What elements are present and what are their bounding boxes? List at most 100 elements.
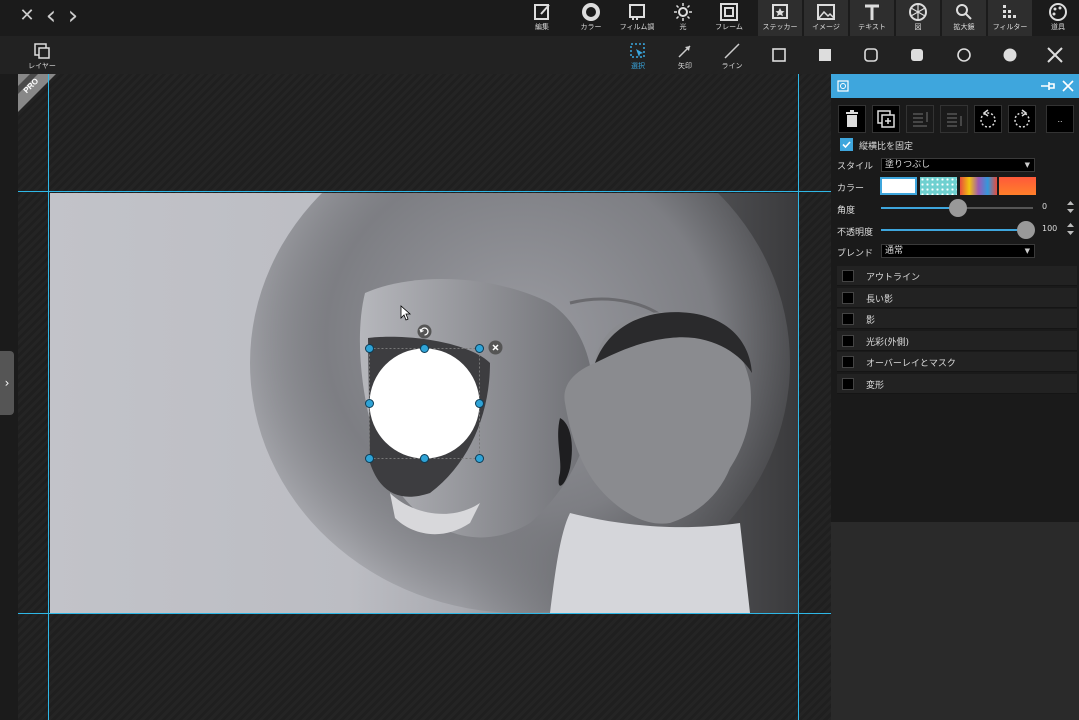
option-long-shadow-checkbox[interactable] [842, 292, 854, 304]
panel-close-icon[interactable] [1062, 80, 1074, 92]
arrow-tool[interactable]: 矢印 [665, 38, 705, 74]
option-outer-glow[interactable]: 光彩(外側) [837, 331, 1077, 351]
option-transform-label: 変形 [866, 381, 885, 391]
color-swatch-orange[interactable] [999, 177, 1036, 195]
option-shadow[interactable]: 影 [837, 309, 1077, 329]
rectangle-outline-icon[interactable] [770, 46, 788, 64]
option-shadow-checkbox[interactable] [842, 313, 854, 325]
rounded-rect-filled-icon[interactable] [908, 46, 926, 64]
more-button[interactable]: .. [1046, 105, 1074, 133]
tool-frame[interactable]: フレーム [707, 0, 751, 36]
tool-shape[interactable]: 図 [896, 0, 940, 36]
rotate-left-button[interactable] [974, 105, 1002, 133]
text-icon [865, 4, 879, 20]
rotate-right-icon [1014, 109, 1030, 128]
delete-button[interactable] [838, 105, 866, 133]
resize-handle-l[interactable] [365, 399, 374, 408]
line-tool[interactable]: ライン [712, 38, 752, 74]
circle-filled-icon[interactable] [1001, 46, 1019, 64]
circle-outline-icon[interactable] [955, 46, 973, 64]
tool-text[interactable]: テキスト [850, 0, 894, 36]
tool-image-label: イメージ [812, 23, 840, 31]
color-swatch-pattern[interactable] [920, 177, 957, 195]
option-overlay-mask[interactable]: オーバーレイとマスク [837, 352, 1077, 372]
send-backward-icon [947, 113, 962, 127]
select-tool[interactable]: 選択 [618, 38, 658, 74]
tools-icon [1049, 3, 1067, 21]
forward-icon[interactable]: › [62, 3, 84, 29]
layers-label: レイヤー [28, 62, 56, 70]
color-label: カラー [837, 184, 865, 194]
option-overlay-mask-checkbox[interactable] [842, 356, 854, 368]
style-dropdown[interactable]: 塗りつぶし ▼ [881, 158, 1035, 172]
option-outer-glow-checkbox[interactable] [842, 335, 854, 347]
delete-shape-icon[interactable] [488, 340, 503, 355]
line-label: ライン [721, 62, 743, 70]
opacity-slider-fill [881, 229, 1026, 231]
tool-image[interactable]: イメージ [804, 0, 848, 36]
opacity-slider-knob[interactable] [1017, 221, 1035, 239]
tool-magnifier-label: 拡大鏡 [953, 23, 975, 31]
rectangle-filled-icon[interactable] [816, 46, 834, 64]
tool-text-label: テキスト [858, 23, 886, 31]
expand-sidebar-button[interactable]: › [0, 351, 14, 415]
color-swatch-gradient[interactable] [960, 177, 997, 195]
color-swatch-white[interactable] [880, 177, 917, 195]
image-icon [817, 4, 835, 20]
filter-icon [1003, 5, 1016, 18]
tool-light[interactable]: 光 [661, 0, 705, 36]
shape-icon [909, 3, 927, 21]
duplicate-button[interactable] [872, 105, 900, 133]
close-tool-icon[interactable] [1045, 45, 1065, 65]
resize-handle-b[interactable] [420, 454, 429, 463]
option-transform-checkbox[interactable] [842, 378, 854, 390]
panel-empty-area [831, 522, 1079, 720]
option-transform[interactable]: 変形 [837, 374, 1077, 394]
resize-handle-tr[interactable] [475, 344, 484, 353]
tool-filter-label: フィルター [992, 23, 1028, 31]
edit-icon [534, 4, 550, 20]
rotate-right-button[interactable] [1008, 105, 1036, 133]
rounded-rect-outline-icon[interactable] [862, 46, 880, 64]
tool-film[interactable]: フィルム調 [615, 0, 659, 36]
close-icon[interactable]: ✕ [16, 4, 38, 28]
keep-ratio-checkbox[interactable] [840, 138, 853, 151]
angle-stepper-icon[interactable] [1066, 200, 1075, 214]
light-icon [674, 3, 692, 21]
rotate-handle-icon[interactable] [417, 324, 432, 339]
tool-film-label: フィルム調 [619, 23, 655, 31]
tool-color[interactable]: カラー [569, 0, 613, 36]
option-outline[interactable]: アウトライン [837, 266, 1077, 286]
frame-icon [720, 3, 738, 21]
option-shadow-label: 影 [866, 316, 876, 326]
tool-sticker[interactable]: ステッカー [758, 0, 802, 36]
tool-tools[interactable]: 道具 [1036, 0, 1079, 36]
blend-dropdown-arrow-icon: ▼ [1024, 247, 1030, 255]
resize-handle-bl[interactable] [365, 454, 374, 463]
option-long-shadow[interactable]: 長い影 [837, 288, 1077, 308]
opacity-label: 不透明度 [837, 228, 874, 238]
option-outline-checkbox[interactable] [842, 270, 854, 282]
tool-filter[interactable]: フィルター [988, 0, 1032, 36]
style-value: 塗りつぶし [885, 160, 931, 170]
angle-slider-knob[interactable] [949, 199, 967, 217]
pin-icon[interactable] [1040, 80, 1056, 92]
bring-forward-button[interactable] [906, 105, 934, 133]
resize-handle-t[interactable] [420, 344, 429, 353]
back-icon[interactable]: ‹ [40, 3, 62, 29]
tool-edit-label: 編集 [535, 23, 549, 31]
tool-magnifier[interactable]: 拡大鏡 [942, 0, 986, 36]
blend-dropdown[interactable]: 通常 ▼ [881, 244, 1035, 258]
line-icon [724, 43, 740, 59]
resize-handle-r[interactable] [475, 399, 484, 408]
tool-edit[interactable]: 編集 [520, 0, 564, 36]
opacity-stepper-icon[interactable] [1066, 222, 1075, 236]
option-outer-glow-label: 光彩(外側) [866, 338, 910, 348]
resize-handle-br[interactable] [475, 454, 484, 463]
style-label: スタイル [837, 162, 874, 172]
layers-button[interactable]: レイヤー [22, 38, 62, 74]
resize-handle-tl[interactable] [365, 344, 374, 353]
tool-frame-label: フレーム [715, 23, 743, 31]
send-backward-button[interactable] [940, 105, 968, 133]
guide-left [48, 74, 49, 720]
